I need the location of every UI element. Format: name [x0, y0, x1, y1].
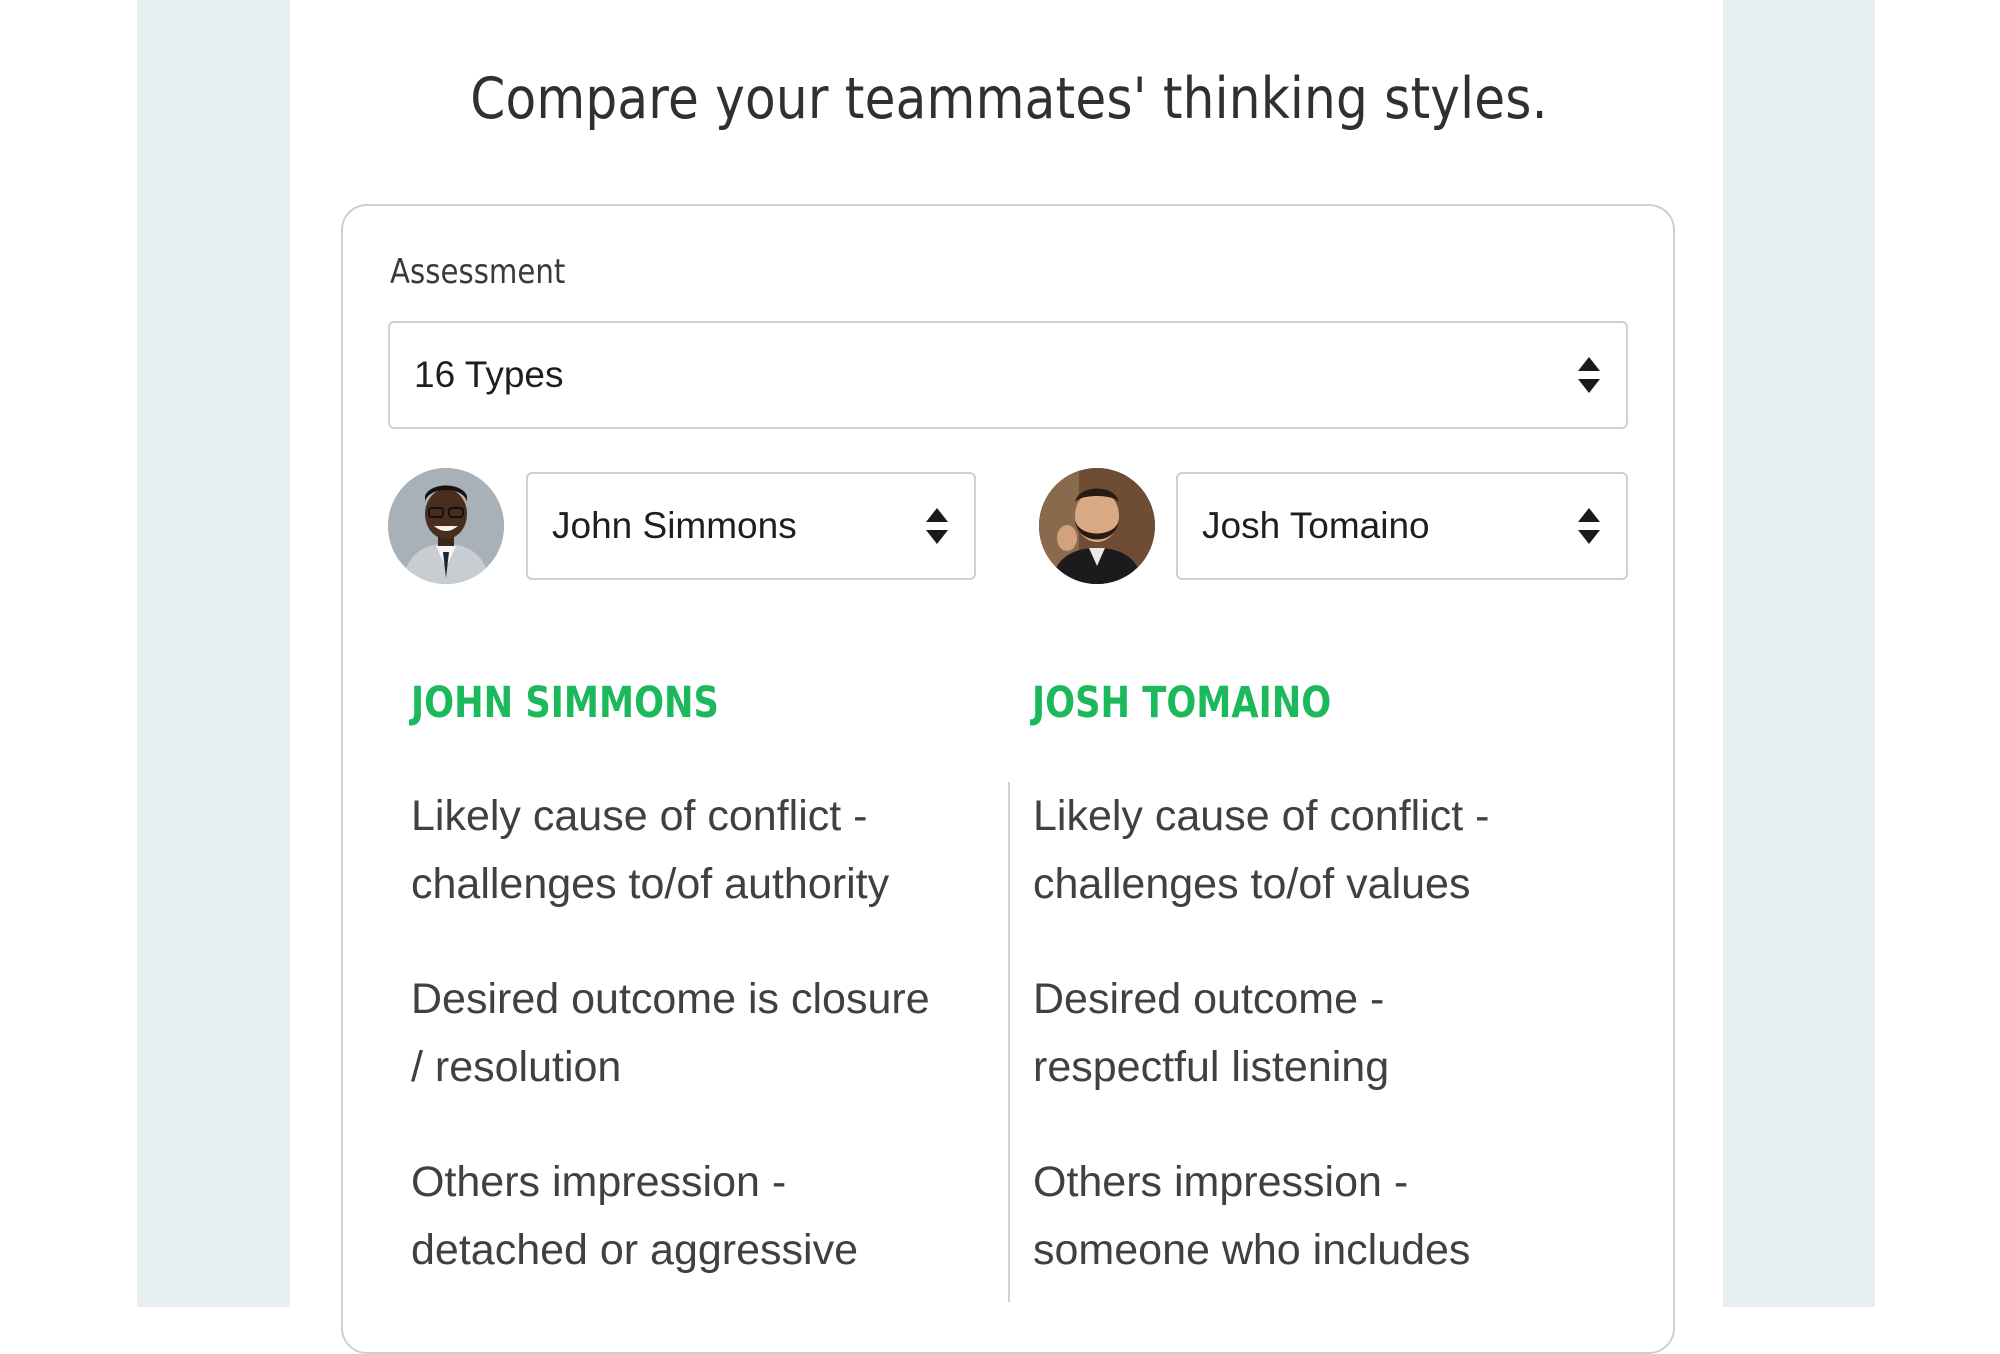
teammate-1-heading: JOHN SIMMONS	[411, 678, 719, 728]
teammate-1-trait-conflict: Likely cause of conflict - challenges to…	[411, 782, 991, 918]
trait-line: someone who includes	[1033, 1226, 1471, 1274]
page-title: Compare your teammates' thinking styles.	[470, 66, 1548, 132]
teammate-2-trait-outcome: Desired outcome - respectful listening	[1033, 965, 1613, 1101]
teammate-2-select[interactable]: Josh Tomaino	[1176, 472, 1628, 580]
trait-line: detached or aggressive	[411, 1226, 859, 1274]
assessment-select[interactable]: 16 Types	[388, 321, 1628, 429]
assessment-select-value: 16 Types	[414, 354, 564, 395]
teammate-1-trait-outcome: Desired outcome is closure / resolution	[411, 965, 991, 1101]
trait-line: Likely cause of conflict -	[411, 792, 868, 840]
sort-arrows-icon	[1578, 508, 1600, 544]
teammate-2-avatar	[1039, 468, 1155, 584]
teammate-1-trait-impression: Others impression - detached or aggressi…	[411, 1148, 991, 1284]
trait-line: respectful listening	[1033, 1043, 1390, 1091]
trait-line: Others impression -	[411, 1158, 787, 1206]
teammate-1-select[interactable]: John Simmons	[526, 472, 976, 580]
trait-line: Others impression -	[1033, 1158, 1409, 1206]
assessment-label: Assessment	[390, 252, 566, 292]
trait-line: challenges to/of values	[1033, 860, 1471, 908]
teammate-1-select-value: John Simmons	[552, 505, 797, 546]
trait-line: challenges to/of authority	[411, 860, 890, 908]
trait-line: Desired outcome -	[1033, 975, 1385, 1023]
column-divider	[1008, 782, 1010, 1302]
trait-line: Desired outcome is closure	[411, 975, 930, 1023]
trait-line: / resolution	[411, 1043, 622, 1091]
sort-arrows-icon	[1578, 357, 1600, 393]
sort-arrows-icon	[926, 508, 948, 544]
teammate-2-trait-conflict: Likely cause of conflict - challenges to…	[1033, 782, 1613, 918]
trait-line: Likely cause of conflict -	[1033, 792, 1490, 840]
teammate-2-select-value: Josh Tomaino	[1202, 505, 1430, 546]
teammate-1-avatar	[388, 468, 504, 584]
teammate-2-heading: JOSH TOMAINO	[1032, 678, 1332, 728]
teammate-2-trait-impression: Others impression - someone who includes	[1033, 1148, 1613, 1284]
